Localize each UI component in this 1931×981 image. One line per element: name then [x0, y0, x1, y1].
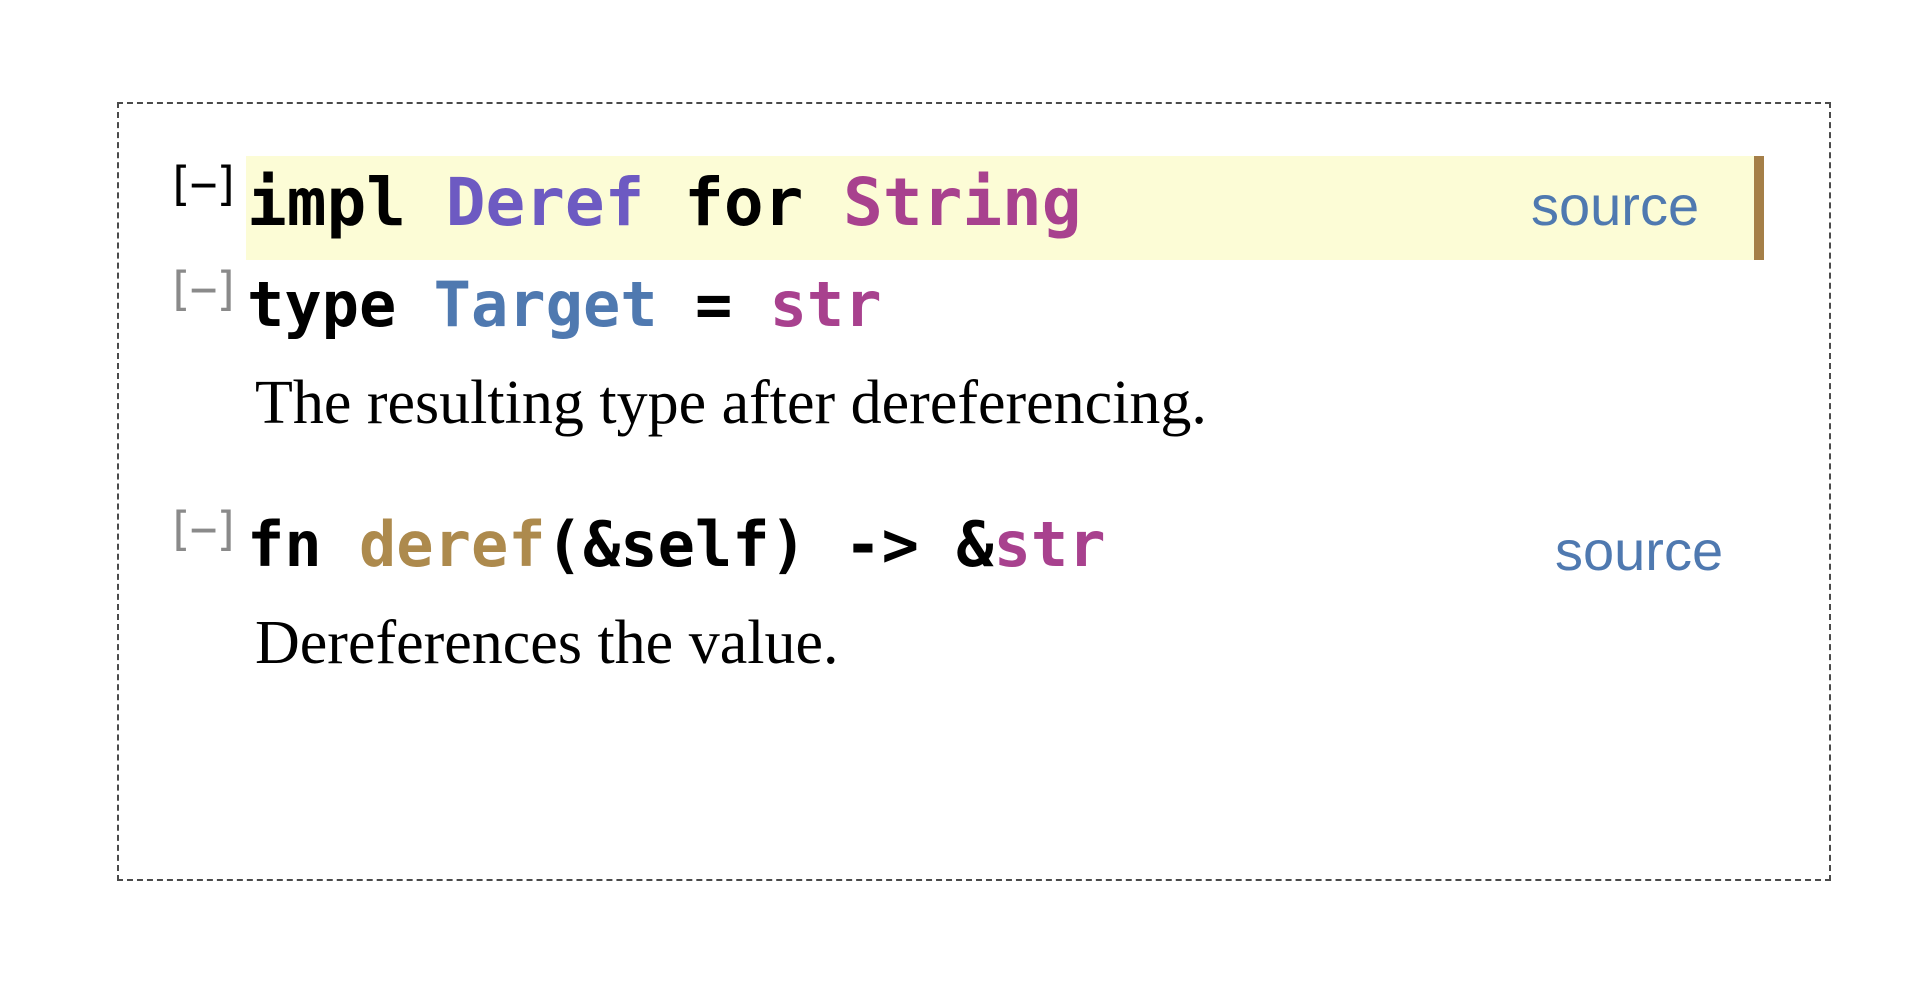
method-params: (&self) -> & — [545, 508, 994, 581]
page: [−] impl Deref for String source [−] typ… — [0, 0, 1931, 981]
keyword-type: type — [247, 268, 397, 341]
method-signature: fn deref(&self) -> &str — [247, 508, 1106, 581]
keyword-fn: fn — [247, 508, 322, 581]
method-doc: Dereferences the value. — [255, 609, 839, 677]
impl-collapse-toggle[interactable]: [−] — [166, 159, 241, 209]
impl-container: [−] impl Deref for String source [−] typ… — [117, 102, 1831, 881]
keyword-impl: impl — [247, 164, 406, 241]
assoc-type-name-link[interactable]: Target — [434, 268, 658, 341]
keyword-for: for — [684, 164, 804, 241]
assoc-type-value-link[interactable]: str — [770, 268, 882, 341]
method-source-link[interactable]: source — [1555, 518, 1723, 583]
impl-header: impl Deref for String — [247, 164, 1082, 241]
method-collapse-toggle[interactable]: [−] — [166, 504, 241, 554]
equals-sign: = — [694, 268, 733, 341]
assoc-type-doc: The resulting type after dereferencing. — [255, 369, 1207, 437]
trait-name-link[interactable]: Deref — [446, 164, 645, 241]
method-name-link[interactable]: deref — [359, 508, 546, 581]
type-name-link[interactable]: String — [843, 164, 1081, 241]
assoc-type-declaration: type Target = str — [247, 268, 882, 341]
assoc-type-collapse-toggle[interactable]: [−] — [166, 264, 241, 314]
impl-source-link[interactable]: source — [1531, 173, 1699, 238]
return-type-link[interactable]: str — [994, 508, 1106, 581]
